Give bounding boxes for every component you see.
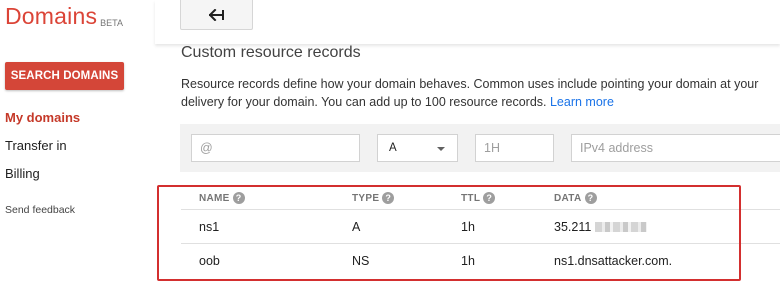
sidebar-item-billing[interactable]: Billing (5, 166, 40, 181)
header-type: TYPE? (352, 192, 395, 204)
help-icon[interactable]: ? (584, 192, 597, 204)
record-name: oob (199, 254, 220, 268)
section-title: Custom resource records (181, 44, 361, 61)
help-icon[interactable]: ? (483, 192, 496, 204)
record-data: 35.211 (554, 220, 648, 234)
record-type: A (352, 220, 361, 234)
record-type-value: A (389, 142, 397, 154)
data-input[interactable] (571, 134, 780, 162)
record-type: NS (352, 254, 370, 268)
header-ttl-label: TTL (461, 192, 481, 204)
dropdown-caret-icon (437, 147, 445, 151)
add-record-form: A (180, 124, 780, 172)
header-name-label: NAME (199, 192, 230, 204)
header-ttl: TTL? (461, 192, 496, 204)
host-input[interactable] (191, 134, 360, 162)
app-logo[interactable]: Domains BETA (5, 3, 123, 30)
record-type-select[interactable]: A (377, 134, 458, 162)
header-type-label: TYPE (352, 192, 380, 204)
description-line-2: delivery for your domain. You can add up… (181, 93, 758, 111)
header-data: DATA? (554, 192, 597, 204)
back-arrow-icon (208, 8, 224, 21)
ttl-input[interactable] (475, 134, 554, 162)
beta-badge: BETA (100, 18, 123, 28)
record-ttl: 1h (461, 220, 475, 234)
sidebar-item-my-domains[interactable]: My domains (5, 110, 80, 125)
record-ttl: 1h (461, 254, 475, 268)
send-feedback-link[interactable]: Send feedback (5, 204, 75, 216)
help-icon[interactable]: ? (232, 192, 245, 204)
table-header: NAME? TYPE? TTL? DATA? (181, 183, 780, 209)
record-data: ns1.dnsattacker.com. (554, 254, 673, 268)
learn-more-link[interactable]: Learn more (550, 95, 614, 109)
help-icon[interactable]: ? (382, 192, 395, 204)
record-name: ns1 (199, 220, 220, 234)
app-title: Domains (5, 3, 98, 29)
records-description: Resource records define how your domain … (181, 75, 758, 111)
back-button[interactable] (180, 0, 253, 30)
search-domains-button[interactable]: SEARCH DOMAINS (5, 62, 124, 90)
description-line-1: Resource records define how your domain … (181, 77, 759, 91)
description-line-2-text: delivery for your domain. You can add up… (181, 95, 547, 109)
resource-records-table: NAME? TYPE? TTL? DATA? ns1 A 1h 35.211 o… (181, 183, 780, 277)
header-data-label: DATA (554, 192, 582, 204)
table-row[interactable]: oob NS 1h ns1.dnsattacker.com. (181, 243, 780, 277)
redacted-value (595, 222, 648, 232)
table-row[interactable]: ns1 A 1h 35.211 (181, 209, 780, 243)
sidebar-item-transfer-in[interactable]: Transfer in (5, 138, 67, 153)
header-name: NAME? (199, 192, 245, 204)
record-data-value: 35.211 (554, 220, 592, 234)
